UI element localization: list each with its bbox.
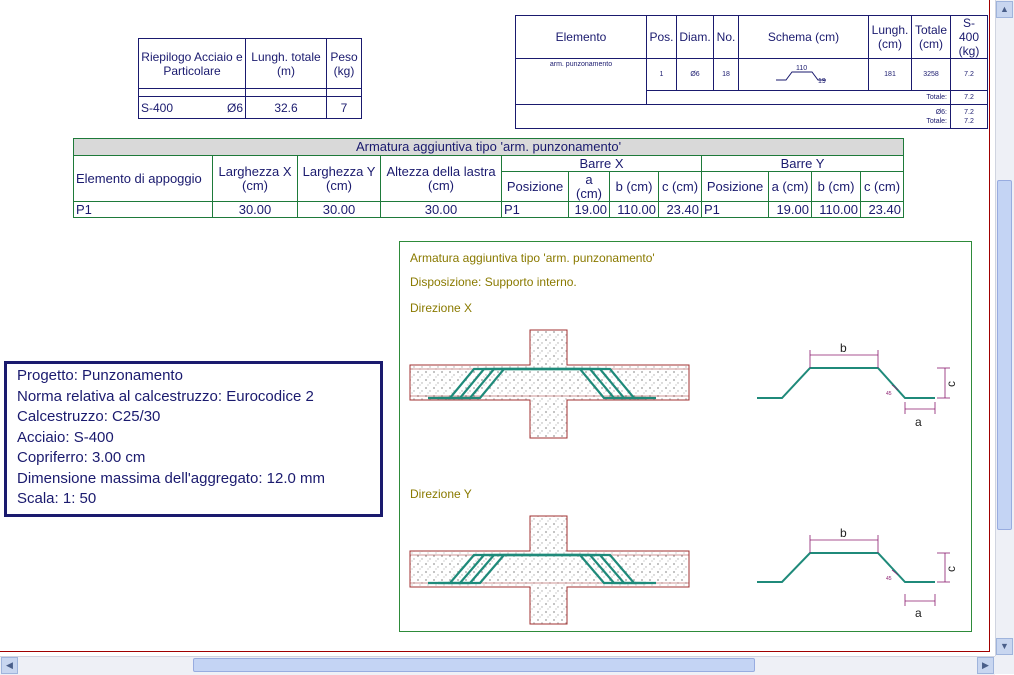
drawing-canvas: b c a 45 b c a 45 <box>409 329 958 625</box>
project-line-aggregato: Dimensione massima dell'aggregato: 12.0 … <box>17 469 326 487</box>
elem-summary-total-label: Totale: <box>926 117 947 125</box>
armatura-row-larg-x: 30.00 <box>212 201 298 218</box>
bar-y-label-c: c <box>944 566 958 572</box>
project-line-calcestruzzo: Calcestruzzo: C25/30 <box>17 408 161 425</box>
armatura-col-larg-x: Larghezza X (cm) <box>212 155 298 202</box>
armatura-row-elemento: P1 <box>73 201 213 218</box>
bar-x-label-b: b <box>840 341 847 355</box>
schema-bar-shape: 110 19 <box>775 65 826 85</box>
armatura-row-altezza: 30.00 <box>380 201 502 218</box>
armatura-row-larg-y: 30.00 <box>297 201 381 218</box>
elem-totale-value: 7.2 <box>950 90 988 105</box>
scroll-down-button[interactable]: ▼ <box>996 638 1013 655</box>
project-line-scala: Scala: 1: 50 <box>17 490 97 507</box>
armatura-barre-y: Barre Y <box>701 155 904 172</box>
armatura-x-a: a (cm) <box>568 171 610 202</box>
armatura-barre-x: Barre X <box>501 155 702 172</box>
armatura-y-a: a (cm) <box>768 171 812 202</box>
page-border-right <box>989 0 990 652</box>
armatura-y-c: c (cm) <box>860 171 904 202</box>
riepilogo-table: Riepilogo Acciaio e Particolare Lungh. t… <box>138 38 362 119</box>
horizontal-scroll-thumb[interactable] <box>193 658 755 672</box>
bar-y-label-a: a <box>915 606 922 620</box>
bar-shape-y <box>757 535 950 606</box>
armatura-col-elemento: Elemento di appoggio <box>73 155 213 202</box>
armatura-row-x-c: 23.40 <box>658 201 702 218</box>
armatura-row-y-b: 110.00 <box>811 201 861 218</box>
armatura-row-y-a: 19.00 <box>768 201 812 218</box>
section-y-drawing <box>409 515 690 625</box>
riepilogo-length: 32.6 <box>245 96 327 119</box>
project-line-copriferro: Copriferro: 3.00 cm <box>17 449 146 466</box>
armatura-y-posizione: Posizione <box>701 171 769 202</box>
armatura-y-b: b (cm) <box>811 171 861 202</box>
bar-y-label-b: b <box>840 526 847 540</box>
armatura-row-y-c: 23.40 <box>860 201 904 218</box>
armatura-row-x-a: 19.00 <box>568 201 610 218</box>
project-line-progetto: Progetto: Punzonamento <box>17 367 183 384</box>
elem-header-diam: Diam. <box>676 15 714 59</box>
riepilogo-header-material: Riepilogo Acciaio e Particolare <box>138 38 246 89</box>
elem-summary-diam-label: Ø6: <box>935 108 947 116</box>
project-line-acciaio: Acciaio: S-400 <box>17 428 114 446</box>
riepilogo-weight: 7 <box>326 96 362 119</box>
bar-x-label-a: a <box>915 415 922 429</box>
elem-header-lungh: Lungh. (cm) <box>868 15 912 59</box>
elem-header-schema: Schema (cm) <box>738 15 869 59</box>
elem-header-totale: Totale (cm) <box>911 15 951 59</box>
project-line-norma: Norma relativa al calcestruzzo: Eurocodi… <box>17 387 314 405</box>
elem-row-lungh: 181 <box>868 58 912 91</box>
elem-summary-values: 7.2 7.2 <box>950 104 988 129</box>
scroll-up-button[interactable]: ▲ <box>996 1 1013 18</box>
armatura-row-x-pos: P1 <box>501 201 569 218</box>
armatura-row-x-b: 110.00 <box>609 201 659 218</box>
elem-totale-label: Totale: <box>646 90 951 105</box>
elemento-table: Elemento Pos. Diam. No. Schema (cm) Lung… <box>515 15 988 129</box>
riepilogo-header-weight: Peso (kg) <box>326 38 362 89</box>
riepilogo-row-material: S-400 Ø6 <box>138 96 246 119</box>
schema-side-value: 19 <box>818 78 826 84</box>
elem-summary-labels: Ø6: Totale: <box>515 104 951 129</box>
elem-row-pos: 1 <box>646 58 677 91</box>
elem-header-pos: Pos. <box>646 15 677 59</box>
armatura-col-altezza: Altezza della lastra (cm) <box>380 155 502 202</box>
section-x-drawing <box>409 329 690 439</box>
elem-header-kg: S-400 (kg) <box>950 15 988 59</box>
elem-row-totale: 3258 <box>911 58 951 91</box>
armatura-table: Armatura aggiuntiva tipo 'arm. punzoname… <box>73 138 904 218</box>
elem-summary-diam-value: 7.2 <box>964 108 974 116</box>
armatura-row-y-pos: P1 <box>701 201 769 218</box>
elem-row-schema: 110 19 <box>738 58 869 91</box>
elem-row-no: 18 <box>713 58 739 91</box>
elem-row-elemento: arm. punzonamento <box>515 58 647 105</box>
armatura-col-larg-y: Larghezza Y (cm) <box>297 155 381 202</box>
elem-row-diam: Ø6 <box>676 58 714 91</box>
armatura-x-c: c (cm) <box>658 171 702 202</box>
riepilogo-header-length: Lungh. totale (m) <box>245 38 327 89</box>
riepilogo-material: S-400 <box>141 100 174 115</box>
vertical-scroll-thumb[interactable] <box>997 180 1012 530</box>
bar-x-angle: 45 <box>886 391 892 397</box>
elem-summary-total-value: 7.2 <box>964 117 974 125</box>
bar-y-angle: 45 <box>886 576 892 582</box>
scrollbar-corner <box>995 656 1014 674</box>
elem-header-elemento: Elemento <box>515 15 647 59</box>
page-border-bottom <box>0 651 990 652</box>
elem-header-no: No. <box>713 15 739 59</box>
drawing-panel: Armatura aggiuntiva tipo 'arm. punzoname… <box>399 241 972 632</box>
scroll-right-button[interactable]: ▶ <box>977 657 994 674</box>
bar-x-label-c: c <box>944 381 958 387</box>
scroll-left-button[interactable]: ◀ <box>1 657 18 674</box>
elem-row-kg: 7.2 <box>950 58 988 91</box>
project-info-box: Progetto: Punzonamento Norma relativa al… <box>4 361 383 517</box>
schema-top-value: 110 <box>796 65 807 72</box>
riepilogo-diam: Ø6 <box>226 100 243 115</box>
armatura-x-b: b (cm) <box>609 171 659 202</box>
armatura-table-title: Armatura aggiuntiva tipo 'arm. punzoname… <box>73 138 904 156</box>
bar-shape-x <box>757 350 950 414</box>
armatura-x-posizione: Posizione <box>501 171 569 202</box>
